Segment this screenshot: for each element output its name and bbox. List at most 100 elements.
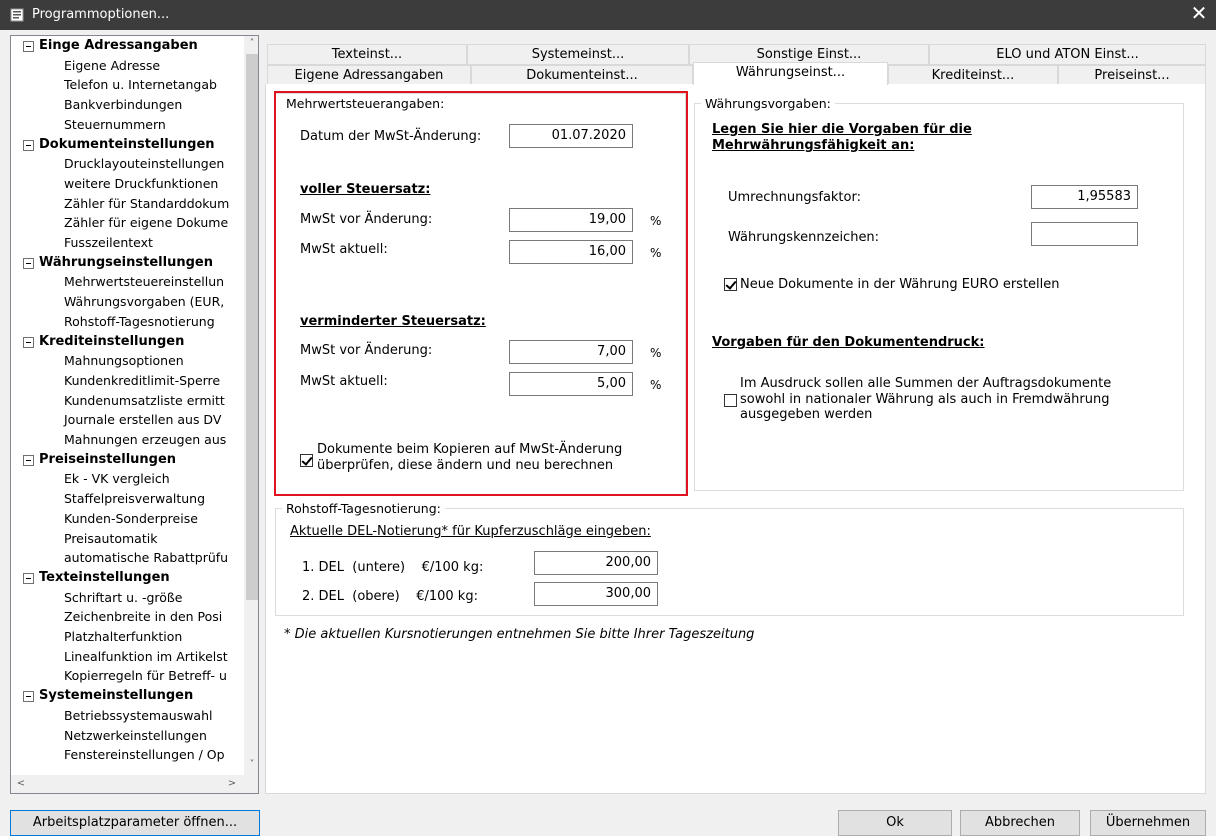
tree-item[interactable]: Zähler für eigene Dokume [64, 213, 228, 233]
collapse-icon[interactable] [23, 336, 34, 348]
tab-texteinst[interactable]: Texteinst... [267, 44, 467, 65]
tree-item[interactable]: Telefon u. Internetangab [64, 75, 217, 95]
full-current-label: MwSt aktuell: [300, 242, 388, 257]
tree-item[interactable]: Journale erstellen aus DV [64, 410, 221, 430]
tree-item[interactable]: Platzhalterfunktion [64, 627, 182, 647]
copy-check-checkbox[interactable] [300, 454, 313, 467]
tree-item[interactable]: Drucklayouteinstellungen [64, 154, 224, 174]
tree-item[interactable]: Währungsvorgaben (EUR, [64, 292, 224, 312]
tree-item[interactable]: Schriftart u. -größe [64, 588, 183, 608]
reduced-rate-heading: verminderter Steuersatz: [300, 314, 486, 329]
copy-check-label[interactable]: Dokumente beim Kopieren auf MwSt-Änderun… [317, 442, 622, 474]
euro-check-label[interactable]: Neue Dokumente in der Währung EURO erste… [740, 277, 1060, 292]
tree-item[interactable]: Rohstoff-Tagesnotierung [64, 312, 215, 332]
tree-item[interactable]: Ek - VK vergleich [64, 469, 170, 489]
print-both-currencies-checkbox[interactable] [724, 394, 737, 407]
rohstoff-heading: Aktuelle DEL-Notierung* für Kupferzuschl… [290, 524, 651, 539]
collapse-icon[interactable] [23, 454, 34, 466]
tree-item[interactable]: Netzwerkeinstellungen [64, 726, 207, 746]
window-title: Programmoptionen... [32, 7, 170, 22]
full-before-input[interactable]: 19,00 [509, 208, 633, 232]
symbol-label: Währungskennzeichen: [728, 230, 880, 245]
tree-group[interactable]: Einge Adressangaben [11, 36, 244, 56]
currency-group [694, 103, 1184, 491]
tab-dokumenteinst[interactable]: Dokumenteinst... [471, 65, 693, 86]
scroll-up-icon[interactable]: ˄ [244, 36, 258, 52]
scroll-right-icon[interactable]: > [224, 776, 240, 792]
tree-item[interactable]: automatische Rabattprüfu [64, 548, 228, 568]
collapse-icon[interactable] [23, 572, 34, 584]
tree-item[interactable]: Linealfunktion im Artikelst [64, 647, 228, 667]
tree-group-label: Systemeinstellungen [39, 688, 194, 704]
rohstoff-legend: Rohstoff-Tagesnotierung: [282, 501, 445, 516]
collapse-icon[interactable] [23, 41, 34, 52]
tree-item[interactable]: Betriebssystemauswahl [64, 706, 212, 726]
scroll-left-icon[interactable]: < [13, 776, 29, 792]
title-bar: Programmoptionen... ✕ [0, 0, 1216, 30]
del-upper-label: 2. DEL (obere) €/100 kg: [302, 589, 478, 604]
mwst-highlight-frame [274, 91, 688, 496]
del-upper-input[interactable]: 300,00 [534, 582, 658, 606]
symbol-input[interactable] [1031, 222, 1138, 246]
tab-preiseinst[interactable]: Preiseinst... [1058, 65, 1206, 86]
date-label: Datum der MwSt-Änderung: [300, 129, 482, 144]
tree-item[interactable]: Mahnungen erzeugen aus [64, 430, 226, 450]
close-icon[interactable]: ✕ [1186, 2, 1212, 26]
ok-button[interactable]: Ok [838, 810, 952, 836]
tree-group[interactable]: Dokumenteinstellungen [11, 135, 244, 155]
tree-group[interactable]: Währungseinstellungen [11, 253, 244, 273]
tree-item[interactable]: Fusszeilentext [64, 233, 153, 253]
tree-group-label: Preiseinstellungen [39, 451, 177, 467]
tree-item[interactable]: Bankverbindungen [64, 95, 182, 115]
reduced-current-label: MwSt aktuell: [300, 374, 388, 389]
tree-item[interactable]: Fenstereinstellungen / Op [64, 745, 225, 765]
tree-horizontal-scrollbar[interactable]: < > [11, 775, 244, 793]
copy-check-line2: überprüfen, diese ändern und neu berechn… [317, 458, 614, 473]
tree-item[interactable]: Preisautomatik [64, 529, 157, 549]
tree-item[interactable]: Eigene Adresse [64, 56, 160, 76]
print-heading: Vorgaben für den Dokumentendruck: [712, 335, 985, 350]
apply-button[interactable]: Übernehmen [1090, 810, 1206, 836]
workplace-params-button[interactable]: Arbeitsplatzparameter öffnen... [10, 810, 260, 836]
currency-heading-line1: Legen Sie hier die Vorgaben für die [712, 122, 972, 137]
tree-item[interactable]: Zeichenbreite in den Posi [64, 607, 222, 627]
tree-group[interactable]: Systemeinstellungen [11, 686, 244, 706]
collapse-icon[interactable] [23, 257, 34, 269]
tab-elo-aton-einst[interactable]: ELO und ATON Einst... [929, 44, 1206, 65]
app-icon [10, 8, 24, 22]
scroll-down-icon[interactable]: ˅ [244, 757, 258, 773]
tree-item[interactable]: Staffelpreisverwaltung [64, 489, 205, 509]
reduced-current-input[interactable]: 5,00 [509, 372, 633, 396]
tree-item[interactable]: Kundenumsatzliste ermitt [64, 391, 225, 411]
tree-item[interactable]: Mahnungsoptionen [64, 351, 184, 371]
cancel-button[interactable]: Abbrechen [960, 810, 1080, 836]
reduced-before-input[interactable]: 7,00 [509, 340, 633, 364]
tree-group[interactable]: Preiseinstellungen [11, 450, 244, 470]
tree-item[interactable]: weitere Druckfunktionen [64, 174, 218, 194]
tree-group-label: Krediteinstellungen [39, 333, 185, 349]
reduced-before-label: MwSt vor Änderung: [300, 343, 433, 358]
collapse-icon[interactable] [23, 691, 34, 703]
tree-item[interactable]: Zähler für Standarddokum [64, 194, 229, 214]
tab-waehrungseinst[interactable]: Währungseinst... [693, 62, 888, 85]
tab-systemeinst[interactable]: Systemeinst... [467, 44, 689, 65]
del-lower-input[interactable]: 200,00 [534, 551, 658, 575]
tab-eigene-adressangaben[interactable]: Eigene Adressangaben [267, 65, 471, 86]
print-check-label[interactable]: Im Ausdruck sollen alle Summen der Auftr… [740, 376, 1111, 423]
full-current-input[interactable]: 16,00 [509, 240, 633, 264]
tree-group[interactable]: Texteinstellungen [11, 568, 244, 588]
tree-item[interactable]: Kunden-Sonderpreise [64, 509, 198, 529]
tree-item[interactable]: Mehrwertsteuereinstellun [64, 272, 224, 292]
tree-item[interactable]: Steuernummern [64, 115, 166, 135]
tab-krediteinst[interactable]: Krediteinst... [888, 65, 1058, 86]
date-input[interactable]: 01.07.2020 [509, 124, 633, 148]
settings-tree[interactable]: Fenstereinstellungen / Op Netzwerkeinstel… [10, 35, 259, 794]
factor-input[interactable]: 1,95583 [1031, 185, 1138, 209]
tree-item[interactable]: Kundenkreditlimit-Sperre [64, 371, 220, 391]
tree-item[interactable]: Kopierregeln für Betreff- u [64, 666, 227, 686]
collapse-icon[interactable] [23, 139, 34, 151]
tree-vertical-scrollbar[interactable]: ˄ ˅ [244, 36, 258, 775]
tree-group[interactable]: Krediteinstellungen [11, 332, 244, 352]
euro-checkbox[interactable] [724, 278, 737, 291]
scrollbar-thumb[interactable] [246, 54, 258, 600]
